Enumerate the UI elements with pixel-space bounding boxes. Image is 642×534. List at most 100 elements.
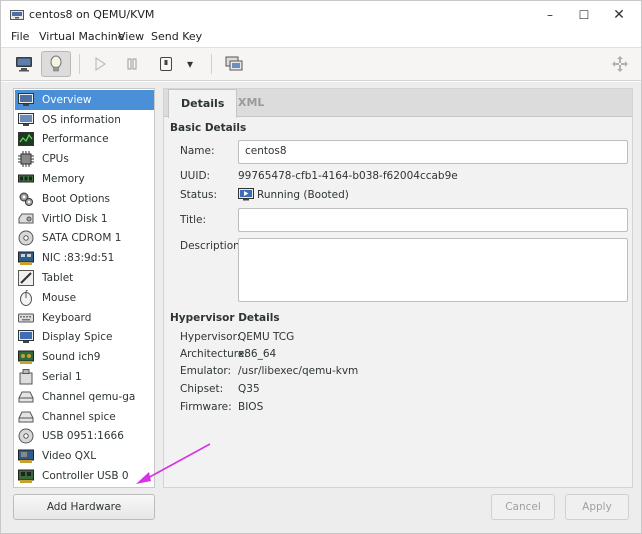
mouse-icon (17, 289, 35, 306)
hardware-item-label: Tablet (42, 272, 74, 285)
hardware-item-sound[interactable]: Sound ich9 (15, 347, 154, 367)
minimize-button[interactable]: – (535, 5, 565, 25)
power-icon (160, 57, 172, 71)
tab-xml[interactable]: XML (226, 89, 276, 117)
hardware-item-channel-spice[interactable]: Channel spice (15, 407, 154, 427)
basic-details-heading: Basic Details (170, 122, 247, 134)
emulator-label: Emulator: (180, 365, 232, 377)
apply-button[interactable]: Apply (565, 494, 629, 520)
uuid-value: 99765478-cfb1-4164-b038-f62004ccab9e (238, 170, 458, 182)
fullscreen-icon (612, 56, 628, 72)
hardware-item-label: Video QXL (42, 450, 97, 463)
hardware-item-label: Overview (42, 93, 92, 106)
dropdown-arrow-icon: ▾ (186, 57, 194, 71)
hardware-item-label: Channel spice (42, 410, 116, 423)
monitor-icon (17, 92, 35, 108)
maximize-button[interactable]: ☐ (569, 5, 599, 25)
hardware-item-mouse[interactable]: Mouse (15, 288, 154, 308)
hardware-item-label: SATA CDROM 1 (42, 232, 122, 245)
firmware-value: BIOS (238, 401, 264, 413)
hardware-item-label: Channel qemu-ga (42, 390, 136, 403)
emulator-value: /usr/libexec/qemu-kvm (238, 365, 359, 377)
menu-virtual-machine[interactable]: Virtual Machine (39, 30, 125, 43)
memory-module-icon (17, 171, 35, 187)
display-icon (17, 329, 35, 345)
cdrom-icon (17, 230, 35, 246)
uuid-label: UUID: (180, 170, 211, 182)
run-button[interactable] (85, 51, 115, 77)
sound-card-icon (17, 349, 35, 365)
hardware-item-label: OS information (42, 113, 121, 126)
chipset-value: Q35 (238, 383, 260, 395)
hardware-item-label: Controller USB 0 (42, 470, 129, 483)
cancel-button[interactable]: Cancel (491, 494, 555, 520)
keyboard-icon (17, 310, 35, 326)
close-button[interactable]: ✕ (604, 5, 634, 25)
controller-icon (17, 468, 35, 484)
hypervisor-value: QEMU TCG (238, 331, 295, 343)
hardware-item-serial[interactable]: Serial 1 (15, 367, 154, 387)
hardware-item-display-spice[interactable]: Display Spice (15, 328, 154, 348)
hardware-item-cpus[interactable]: CPUs (15, 149, 154, 169)
hard-disk-icon (17, 211, 35, 227)
hardware-item-label: Boot Options (42, 192, 111, 205)
menu-file[interactable]: File (11, 30, 29, 43)
hardware-item-overview[interactable]: Overview (15, 90, 154, 110)
channel-icon (17, 409, 35, 425)
running-status-icon (238, 188, 254, 201)
hardware-item-keyboard[interactable]: Keyboard (15, 308, 154, 328)
hardware-item-boot-options[interactable]: Boot Options (15, 189, 154, 209)
fullscreen-button[interactable] (605, 51, 635, 77)
hardware-item-label: VirtIO Disk 1 (42, 212, 108, 225)
menu-bar: File Virtual Machine View Send Key (1, 29, 641, 47)
hardware-item-video[interactable]: Video QXL (15, 446, 154, 466)
hardware-item-virtio-disk[interactable]: VirtIO Disk 1 (15, 209, 154, 229)
title-bar[interactable]: centos8 on QEMU/KVM – ☐ ✕ (1, 1, 641, 29)
network-card-icon (17, 250, 35, 266)
description-label: Description: (180, 240, 244, 252)
hardware-item-label: CPUs (42, 153, 69, 166)
hardware-item-os-information[interactable]: OS information (15, 110, 154, 130)
hardware-item-controller-usb[interactable]: Controller USB 0 (15, 466, 154, 486)
hardware-item-sata-cdrom[interactable]: SATA CDROM 1 (15, 229, 154, 249)
menu-send-key[interactable]: Send Key (151, 30, 202, 43)
hardware-item-tablet[interactable]: Tablet (15, 268, 154, 288)
vm-details-window: centos8 on QEMU/KVM – ☐ ✕ File Virtual M… (0, 0, 642, 534)
os-info-icon (17, 112, 35, 128)
bottom-bar: Add Hardware Cancel Apply (1, 489, 641, 533)
hardware-item-usb[interactable]: USB 0951:1666 (15, 427, 154, 447)
hardware-item-performance[interactable]: Performance (15, 130, 154, 150)
performance-graph-icon (17, 131, 35, 147)
architecture-value: x86_64 (238, 348, 277, 360)
hypervisor-label: Hypervisor: (180, 331, 241, 343)
shutdown-menu-button[interactable]: ▾ (179, 51, 201, 77)
usb-icon (17, 428, 35, 444)
gears-icon (17, 191, 35, 207)
firmware-label: Firmware: (180, 401, 232, 413)
hardware-item-nic[interactable]: NIC :83:9d:51 (15, 248, 154, 268)
name-field[interactable]: centos8 (238, 140, 628, 164)
shutdown-button[interactable] (151, 51, 181, 77)
tablet-pen-icon (17, 270, 35, 287)
snapshots-button[interactable] (219, 51, 249, 77)
hardware-item-label: Memory (42, 173, 85, 186)
hardware-item-label: Keyboard (42, 311, 92, 324)
console-button[interactable] (9, 51, 39, 77)
main-area: Overview OS information Performance CPUs (1, 82, 641, 489)
snapshots-icon (225, 56, 243, 71)
menu-view[interactable]: View (118, 30, 144, 43)
hardware-item-channel-qemu-ga[interactable]: Channel qemu-ga (15, 387, 154, 407)
hypervisor-details-heading: Hypervisor Details (170, 312, 280, 324)
details-button[interactable] (41, 51, 71, 77)
hardware-item-label: USB 0951:1666 (42, 430, 124, 443)
hardware-item-label: NIC :83:9d:51 (42, 252, 115, 265)
hardware-list[interactable]: Overview OS information Performance CPUs (13, 88, 155, 488)
description-textarea[interactable] (238, 238, 628, 302)
status-value-group: Running (Booted) (238, 188, 349, 201)
pause-button[interactable] (117, 51, 147, 77)
title-field[interactable] (238, 208, 628, 232)
add-hardware-button[interactable]: Add Hardware (13, 494, 155, 520)
hardware-item-memory[interactable]: Memory (15, 169, 154, 189)
chipset-label: Chipset: (180, 383, 224, 395)
name-label: Name: (180, 145, 215, 157)
